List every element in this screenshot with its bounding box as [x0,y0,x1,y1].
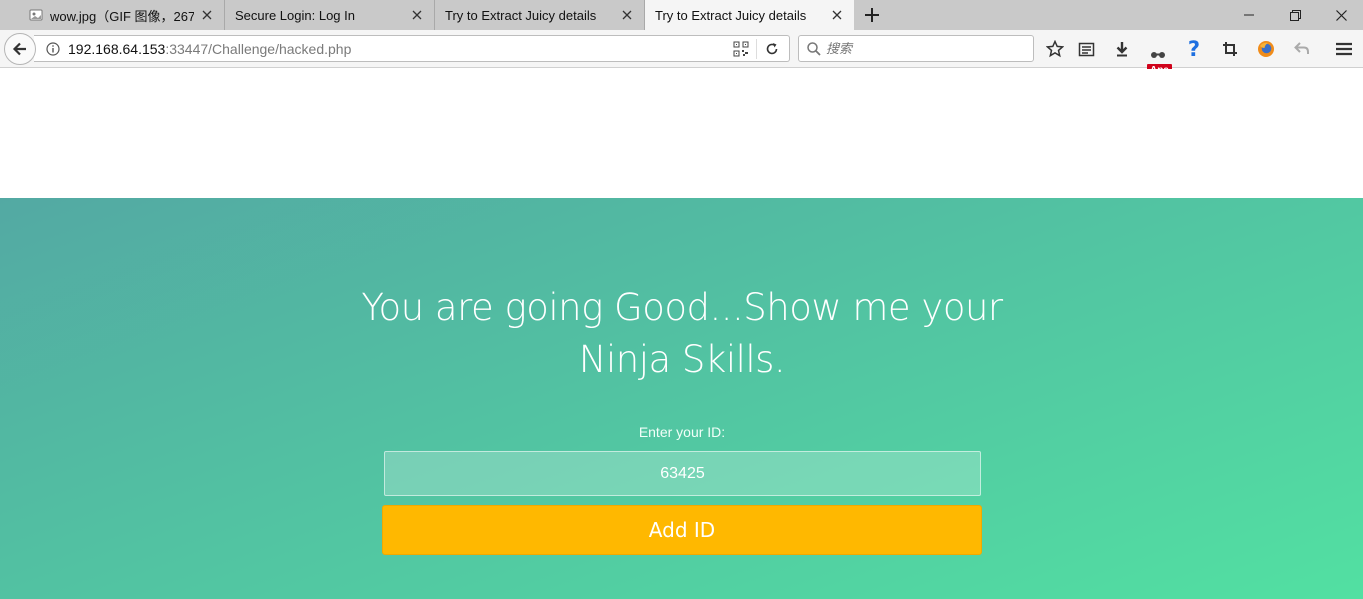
window-close-button[interactable] [1318,0,1363,30]
restore-icon [1289,9,1301,21]
tab-label: Try to Extract Juicy details [655,7,807,23]
url-host: 192.168.64.153 [68,40,166,57]
add-id-button[interactable]: Add ID [382,505,982,555]
minimize-button[interactable] [1226,0,1272,30]
reload-icon[interactable] [763,40,781,58]
minimize-icon [1244,14,1254,16]
crop-icon[interactable] [1220,39,1240,59]
star-icon[interactable] [1045,39,1065,59]
tab-juicy-details-1[interactable]: Try to Extract Juicy details [435,0,645,30]
url-text: 192.168.64.153:33447/Challenge/hacked.ph… [68,41,351,57]
plus-icon [865,8,879,22]
navigation-toolbar: 192.168.64.153:33447/Challenge/hacked.ph… [0,30,1363,78]
id-input[interactable] [384,451,981,496]
search-input[interactable] [826,41,1016,56]
page-headline: You are going Good...Show me your Ninja … [361,286,1003,381]
firefox-icon[interactable] [1256,39,1276,59]
reader-list-icon[interactable] [1076,39,1096,59]
download-icon[interactable] [1112,39,1132,59]
search-icon [807,41,821,56]
tab-wow-jpg[interactable]: wow.jpg（GIF 图像，267× [18,0,225,30]
address-bar[interactable]: 192.168.64.153:33447/Challenge/hacked.ph… [34,35,790,62]
restore-button[interactable] [1272,0,1318,30]
tab-juicy-details-active[interactable]: Try to Extract Juicy details [645,0,854,30]
tab-label: Secure Login: Log In [235,7,355,23]
close-icon[interactable] [200,8,214,22]
menu-icon[interactable] [1334,39,1354,59]
url-divider [756,39,757,59]
tab-label: wow.jpg（GIF 图像，267× [50,8,194,24]
back-button[interactable] [4,33,36,65]
page-content: You are going Good...Show me your Ninja … [0,69,1363,599]
undo-icon[interactable] [1292,39,1312,59]
new-tab-button[interactable] [860,3,884,27]
addon-icon[interactable] [1148,42,1168,62]
image-icon [28,7,44,23]
close-icon[interactable] [830,8,844,22]
url-path: :33447/Challenge/hacked.php [165,40,352,57]
close-icon[interactable] [410,8,424,22]
help-glyph: ? [1187,37,1201,61]
info-icon[interactable] [42,38,64,60]
help-icon[interactable]: ? [1184,37,1204,61]
hero-section: You are going Good...Show me your Ninja … [0,198,1363,599]
window-close-icon [1335,9,1347,21]
back-arrow-icon [12,42,26,56]
close-icon[interactable] [620,8,634,22]
tab-label: Try to Extract Juicy details [445,7,597,23]
tab-strip: wow.jpg（GIF 图像，267× Secure Login: Log In… [0,0,1363,30]
qr-code-icon[interactable] [733,41,749,57]
tab-secure-login[interactable]: Secure Login: Log In [225,0,435,30]
search-bar[interactable] [798,35,1034,62]
id-field-label: Enter your ID: [638,424,726,440]
